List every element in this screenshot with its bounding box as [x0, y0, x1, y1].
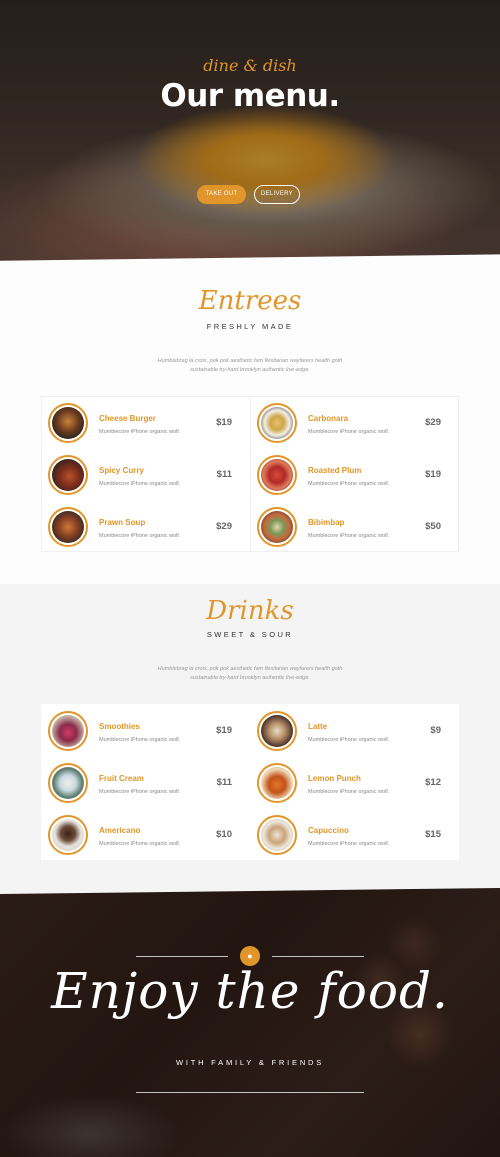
item-name: Lemon Punch — [308, 774, 361, 783]
item-name: Americano — [99, 826, 141, 835]
menu-item[interactable]: Carbonara Mumblecore iPhone organic wolf… — [251, 397, 459, 449]
item-price: $19 — [216, 417, 232, 428]
item-name: Capuccino — [308, 826, 349, 835]
item-price: $11 — [216, 469, 232, 480]
roasted-plum-photo — [257, 455, 297, 495]
item-description: Mumblecore iPhone organic wolf. — [99, 737, 181, 743]
capuccino-photo — [257, 815, 297, 855]
item-name: Carbonara — [308, 414, 349, 423]
entrees-menu-list: Cheese Burger Mumblecore iPhone organic … — [41, 396, 459, 553]
menu-item[interactable]: Lemon Punch Mumblecore iPhone organic wo… — [251, 757, 459, 809]
item-price: $29 — [425, 417, 441, 428]
item-description: Mumblecore iPhone organic wolf. — [99, 481, 181, 487]
smoothies-photo — [48, 711, 88, 751]
entrees-section: Entrees FRESHLY MADE Humblebrag la croix… — [0, 262, 500, 584]
item-description: Mumblecore iPhone organic wolf. — [308, 481, 390, 487]
menu-item[interactable]: Roasted Plum Mumblecore iPhone organic w… — [251, 449, 459, 501]
americano-photo — [48, 815, 88, 855]
entrees-heading: Entrees — [198, 286, 302, 316]
menu-item[interactable]: Bibimbap Mumblecore iPhone organic wolf.… — [251, 501, 459, 553]
prawn-soup-photo — [48, 507, 88, 547]
menu-item[interactable]: Prawn Soup Mumblecore iPhone organic wol… — [42, 501, 250, 553]
menu-item[interactable]: Capuccino Mumblecore iPhone organic wolf… — [251, 809, 459, 861]
cheese-burger-photo — [48, 403, 88, 443]
footer-background-image — [0, 884, 500, 1157]
menu-item[interactable]: Americano Mumblecore iPhone organic wolf… — [42, 809, 250, 861]
decorative-line-left — [136, 956, 228, 957]
item-price: $15 — [425, 829, 441, 840]
delivery-button[interactable]: DELIVERY — [254, 185, 300, 204]
menu-item[interactable]: Latte Mumblecore iPhone organic wolf. $9 — [251, 705, 459, 757]
lemon-punch-photo — [257, 763, 297, 803]
drinks-subtitle: SWEET & SOUR — [206, 630, 294, 639]
item-description: Mumblecore iPhone organic wolf. — [308, 429, 390, 435]
menu-item[interactable]: Fruit Cream Mumblecore iPhone organic wo… — [42, 757, 250, 809]
carbonara-photo — [257, 403, 297, 443]
entrees-subtitle: FRESHLY MADE — [206, 322, 294, 331]
fruit-cream-photo — [48, 763, 88, 803]
item-name: Cheese Burger — [99, 414, 156, 423]
drinks-section: Drinks SWEET & SOUR Humblebrag la croix,… — [0, 584, 500, 884]
item-description: Mumblecore iPhone organic wolf. — [99, 533, 181, 539]
item-price: $12 — [425, 777, 441, 788]
item-price: $50 — [425, 521, 441, 532]
item-price: $19 — [425, 469, 441, 480]
take-out-button[interactable]: TAKE OUT — [197, 185, 246, 204]
item-description: Mumblecore iPhone organic wolf. — [308, 789, 390, 795]
drinks-intro: Humblebrag la croix, pok pok aesthetic f… — [157, 666, 343, 681]
item-name: Fruit Cream — [99, 774, 144, 783]
item-description: Mumblecore iPhone organic wolf. — [308, 841, 390, 847]
item-name: Prawn Soup — [99, 518, 146, 527]
item-name: Roasted Plum — [308, 466, 362, 475]
item-price: $10 — [216, 829, 232, 840]
item-price: $11 — [216, 777, 232, 788]
item-description: Mumblecore iPhone organic wolf. — [308, 533, 390, 539]
drinks-menu-list: Smoothies Mumblecore iPhone organic wolf… — [41, 704, 459, 860]
hero-tagline: dine & dish — [203, 56, 297, 75]
item-description: Mumblecore iPhone organic wolf. — [99, 841, 181, 847]
item-price: $9 — [430, 725, 441, 736]
menu-item[interactable]: Cheese Burger Mumblecore iPhone organic … — [42, 397, 250, 449]
item-description: Mumblecore iPhone organic wolf. — [99, 429, 181, 435]
bibimbap-photo — [257, 507, 297, 547]
latte-photo — [257, 711, 297, 751]
spicy-curry-photo — [48, 455, 88, 495]
footer-section: ● Enjoy the food. WITH FAMILY & FRIENDS — [0, 884, 500, 1157]
drinks-heading: Drinks — [206, 596, 294, 626]
decorative-line-bottom — [136, 1092, 364, 1093]
item-description: Mumblecore iPhone organic wolf. — [99, 789, 181, 795]
hero-background-image — [0, 0, 500, 262]
item-name: Spicy Curry — [99, 466, 144, 475]
footer-subtitle: WITH FAMILY & FRIENDS — [175, 1058, 325, 1067]
decorative-line-right — [272, 956, 364, 957]
footer-heading: Enjoy the food. — [51, 962, 449, 1020]
page-title: Our menu. — [160, 78, 340, 114]
item-name: Smoothies — [99, 722, 140, 731]
menu-item[interactable]: Smoothies Mumblecore iPhone organic wolf… — [42, 705, 250, 757]
item-price: $19 — [216, 725, 232, 736]
item-name: Latte — [308, 722, 328, 731]
item-price: $29 — [216, 521, 232, 532]
hero-section: dine & dish Our menu. TAKE OUT DELIVERY — [0, 0, 500, 262]
item-name: Bibimbap — [308, 518, 345, 527]
menu-item[interactable]: Spicy Curry Mumblecore iPhone organic wo… — [42, 449, 250, 501]
entrees-intro: Humblebrag la croix, pok pok aesthetic f… — [157, 358, 343, 373]
item-description: Mumblecore iPhone organic wolf. — [308, 737, 390, 743]
